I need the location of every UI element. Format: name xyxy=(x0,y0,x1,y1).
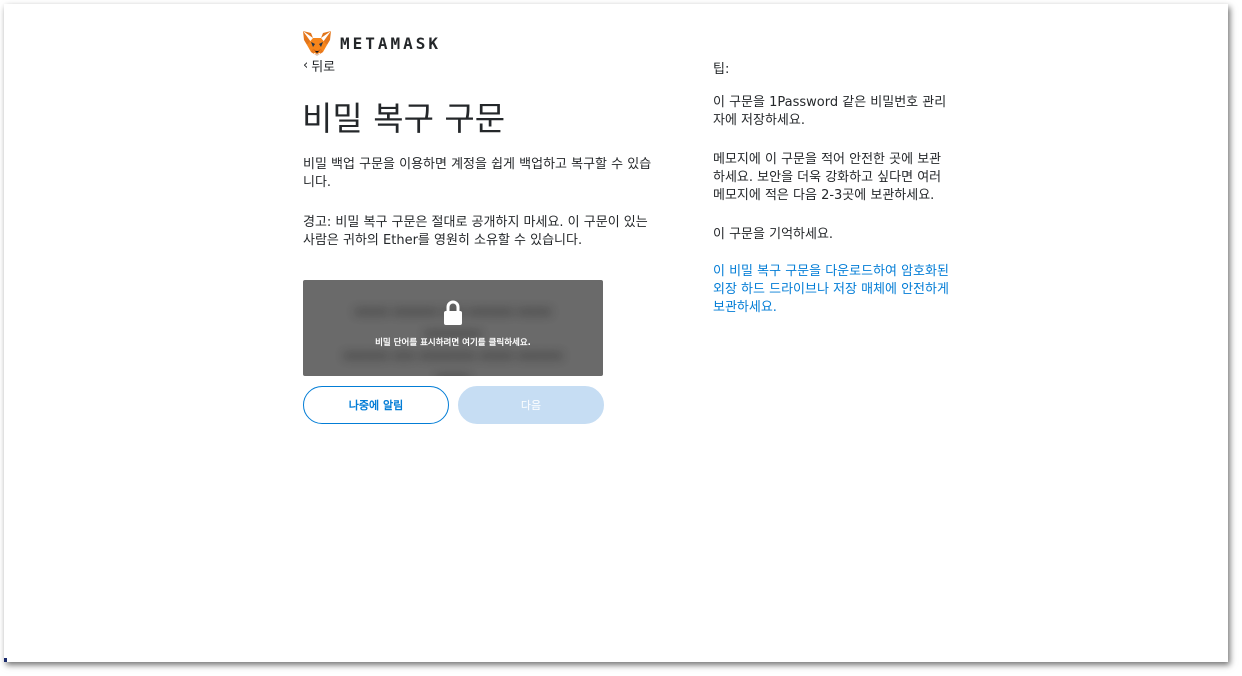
brand-name: METAMASK xyxy=(340,33,442,53)
remind-later-button[interactable]: 나중에 알림 xyxy=(303,386,449,424)
back-link[interactable]: ‹ 뒤로 xyxy=(303,56,335,75)
tip-password-manager: 이 구문을 1Password 같은 비밀번호 관리자에 저장하세요. xyxy=(713,95,947,128)
metamask-fox-icon xyxy=(303,31,331,56)
tip-memorize: 이 구문을 기억하세요. xyxy=(713,227,834,242)
chevron-left-icon: ‹ xyxy=(303,58,309,73)
app-window: METAMASK ‹ 뒤로 비밀 복구 구문 비밀 백업 구문을 이용하면 계정… xyxy=(4,4,1228,662)
intro-text: 비밀 백업 구문을 이용하면 계정을 쉽게 백업하고 복구할 수 있습니다. xyxy=(303,157,652,190)
back-label: 뒤로 xyxy=(311,60,336,75)
reveal-instruction: 비밀 단어를 표시하려면 여기를 클릭하세요. xyxy=(375,338,531,348)
next-button[interactable]: 다음 xyxy=(458,386,604,424)
page-title: 비밀 복구 구문 xyxy=(302,99,506,138)
warning-text: 경고: 비밀 복구 구문은 절대로 공개하지 마세요. 이 구문이 있는 사람은… xyxy=(303,215,648,248)
corner-mark xyxy=(4,658,7,662)
tips-title: 팁: xyxy=(713,62,730,77)
lock-icon xyxy=(444,300,462,325)
reveal-secret-words-box[interactable]: ▬▬▬ ▬▬▬▬ ▬▬ ▬▬ ▬▬ ▬ ▬▬ ▬▬▬ ▬▬ ▬▬ ▬▬ ▬▬ ▬▬▬ ▬▬… xyxy=(303,280,603,376)
metamask-logo: METAMASK xyxy=(302,30,441,56)
tip-write-down: 메모지에 이 구문을 적어 안전한 곳에 보관하세요. 보안을 더욱 강화하고 … xyxy=(713,152,942,203)
download-phrase-link[interactable]: 이 비밀 복구 구문을 다운로드하여 암호화된 외장 하드 드라이브나 저장 매… xyxy=(713,263,953,317)
